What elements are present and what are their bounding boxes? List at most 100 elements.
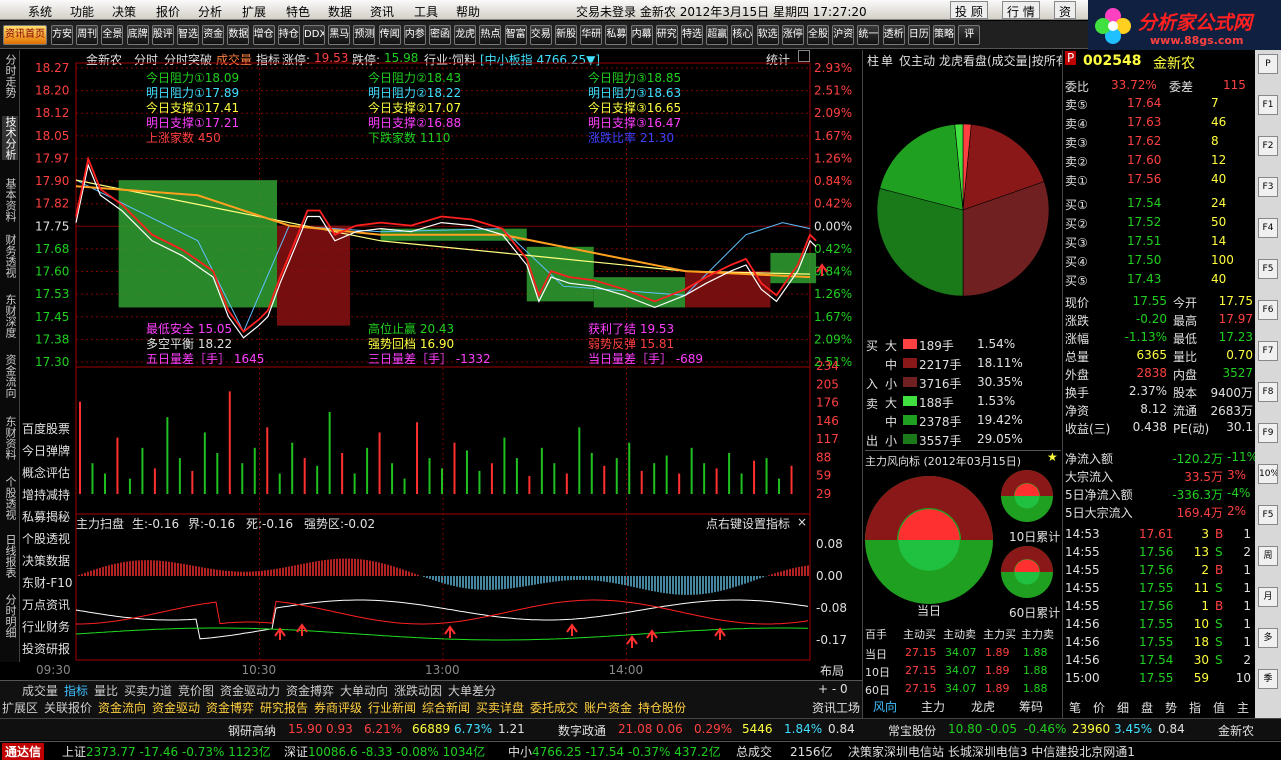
ask-price-1[interactable]: 17.63: [1127, 115, 1161, 129]
ask-price-4[interactable]: 17.56: [1127, 172, 1161, 186]
left-nav-item-4[interactable]: 东财深度: [2, 294, 18, 338]
bottom-tab1-7[interactable]: 大单动向: [340, 682, 388, 699]
left-nav-item-1[interactable]: 技术分析: [2, 116, 18, 160]
menu-7[interactable]: 数据: [328, 3, 352, 20]
ask-price-3[interactable]: 17.60: [1127, 153, 1161, 167]
rightbar-btn-1[interactable]: F1: [1258, 95, 1278, 115]
bid-price-0[interactable]: 17.54: [1127, 196, 1161, 210]
bottom-tab1-5[interactable]: 资金驱动力: [220, 682, 280, 699]
menu-9[interactable]: 工具: [414, 3, 438, 20]
toolbar-btn-30[interactable]: 涨停: [781, 25, 804, 45]
rightbar-btn-14[interactable]: 多: [1258, 628, 1278, 648]
toolbar-btn-7[interactable]: 资金: [202, 25, 225, 45]
rightbar-btn-8[interactable]: F8: [1258, 382, 1278, 402]
ticker-name-2[interactable]: 常宝股份: [888, 722, 936, 739]
lower-indicator-title[interactable]: 主力扫盘: [76, 515, 124, 532]
rightbar-btn-15[interactable]: 季: [1258, 669, 1278, 689]
rightbar-btn-4[interactable]: F4: [1258, 218, 1278, 238]
bottom-tab1-1[interactable]: 指标: [64, 682, 88, 699]
ticker-name-1[interactable]: 数字政通: [558, 722, 606, 739]
quote-tab-2[interactable]: 细: [1117, 699, 1129, 716]
bottom-tab2-5[interactable]: 研究报告: [260, 699, 308, 716]
flow-head-2[interactable]: 仅主动: [899, 52, 935, 69]
sh-index[interactable]: 上证2373.77 -17.46 -0.73% 1123亿: [62, 743, 271, 760]
bid-price-1[interactable]: 17.52: [1127, 215, 1161, 229]
toolbar-btn-1[interactable]: 方安: [51, 25, 73, 45]
toolbar-btn-9[interactable]: 增仓: [252, 25, 275, 45]
bottom-tab1-2[interactable]: 量比: [94, 682, 118, 699]
menu-1[interactable]: 功能: [70, 3, 94, 20]
toolbar-btn-22[interactable]: 华研: [580, 25, 603, 45]
toolbar-btn-21[interactable]: 新股: [555, 25, 577, 45]
bid-price-4[interactable]: 17.43: [1127, 272, 1161, 286]
bottom-tab2-11[interactable]: 账户资金: [584, 699, 632, 716]
flow-head-0[interactable]: 柱: [867, 52, 879, 69]
toolbar-btn-28[interactable]: 核心: [731, 25, 754, 45]
toolbar-btn-0[interactable]: 资讯首页: [3, 25, 47, 45]
quote-tab-6[interactable]: 值: [1213, 699, 1225, 716]
info-button[interactable]: 资: [1054, 1, 1077, 19]
rightbar-btn-2[interactable]: F2: [1258, 136, 1278, 156]
toolbar-btn-5[interactable]: 股评: [151, 25, 174, 45]
menu-5[interactable]: 扩展: [242, 3, 266, 20]
flow-tab-0[interactable]: 风向: [873, 698, 897, 715]
rightbar-btn-7[interactable]: F7: [1258, 341, 1278, 361]
menu-0[interactable]: 系统: [28, 3, 52, 20]
toolbar-btn-6[interactable]: 智选: [177, 25, 199, 45]
bottom-tab2-7[interactable]: 行业新闻: [368, 699, 416, 716]
rightbar-btn-6[interactable]: F6: [1258, 300, 1278, 320]
bottom-tab1-3[interactable]: 买卖力道: [124, 682, 172, 699]
toolbar-btn-33[interactable]: 统一: [857, 25, 880, 45]
flow-tab-1[interactable]: 主力: [921, 698, 945, 715]
bottom-tab2-2[interactable]: 资金流向: [98, 699, 146, 716]
toolbar-btn-37[interactable]: 评: [958, 25, 981, 45]
toolbar-btn-25[interactable]: 研究: [655, 25, 678, 45]
bottom-tab1-9[interactable]: 大单差分: [448, 682, 496, 699]
flow-tab-3[interactable]: 筹码: [1019, 698, 1043, 715]
quote-tab-4[interactable]: 势: [1165, 699, 1177, 716]
toolbar-btn-18[interactable]: 热点: [479, 25, 502, 45]
toolbar-btn-17[interactable]: 龙虎: [454, 25, 477, 45]
toolbar-btn-20[interactable]: 交易: [529, 25, 552, 45]
bottom-tab1-8[interactable]: 涨跌动因: [394, 682, 442, 699]
rightbar-btn-0[interactable]: P: [1258, 54, 1278, 74]
toolbar-btn-16[interactable]: 密函: [429, 25, 451, 45]
sz-index[interactable]: 深证10086.6 -8.33 -0.08% 1034亿: [284, 743, 485, 760]
bottom-tab2-1[interactable]: 关联报价: [44, 699, 92, 716]
toolbar-btn-15[interactable]: 内参: [403, 25, 426, 45]
quote-tab-1[interactable]: 价: [1093, 699, 1105, 716]
toolbar-btn-35[interactable]: 日历: [907, 25, 930, 45]
toolbar-btn-24[interactable]: 内幕: [630, 25, 653, 45]
quote-tab-3[interactable]: 盘: [1141, 699, 1153, 716]
ask-price-2[interactable]: 17.62: [1127, 134, 1161, 148]
quote-tab-5[interactable]: 指: [1189, 699, 1201, 716]
toolbar-btn-23[interactable]: 私募: [605, 25, 628, 45]
research-tab[interactable]: 资讯工场: [812, 699, 860, 716]
bottom-tab2-3[interactable]: 资金驱动: [152, 699, 200, 716]
ticker-name-0[interactable]: 钢研高纳: [228, 722, 276, 739]
toolbar-btn-19[interactable]: 智富: [504, 25, 527, 45]
left-nav-item-8[interactable]: 日线报表: [2, 534, 18, 578]
lower-hint[interactable]: 点右键设置指标: [706, 515, 790, 532]
menu-4[interactable]: 分析: [198, 3, 222, 20]
toolbar-btn-2[interactable]: 周刊: [76, 25, 99, 45]
bottom-tab1-4[interactable]: 竞价图: [178, 682, 214, 699]
toolbar-btn-14[interactable]: 传闻: [378, 25, 401, 45]
bottom-tab2-10[interactable]: 委托成交: [530, 699, 578, 716]
quote-tab-7[interactable]: 主: [1237, 699, 1249, 716]
toolbar-btn-11[interactable]: DDX: [303, 25, 325, 45]
rightbar-btn-9[interactable]: F9: [1258, 423, 1278, 443]
zx-index[interactable]: 中小4766.25 -17.54 -0.37% 437.2亿: [508, 743, 721, 760]
rightbar-btn-10[interactable]: 10%: [1258, 464, 1278, 484]
toolbar-btn-10[interactable]: 持仓: [277, 25, 300, 45]
left-nav-item-9[interactable]: 分时明细: [2, 594, 18, 638]
menu-8[interactable]: 资讯: [370, 3, 394, 20]
left-nav-item-2[interactable]: 基本资料: [2, 178, 18, 222]
ask-price-0[interactable]: 17.64: [1127, 96, 1161, 110]
lower-close-icon[interactable]: ×: [797, 515, 807, 529]
toolbar-btn-36[interactable]: 策略: [933, 25, 955, 45]
menu-10[interactable]: 帮助: [456, 3, 480, 20]
toolbar-btn-13[interactable]: 预测: [353, 25, 376, 45]
toolbar-btn-27[interactable]: 超赢: [706, 25, 729, 45]
toolbar-btn-3[interactable]: 全景: [101, 25, 124, 45]
